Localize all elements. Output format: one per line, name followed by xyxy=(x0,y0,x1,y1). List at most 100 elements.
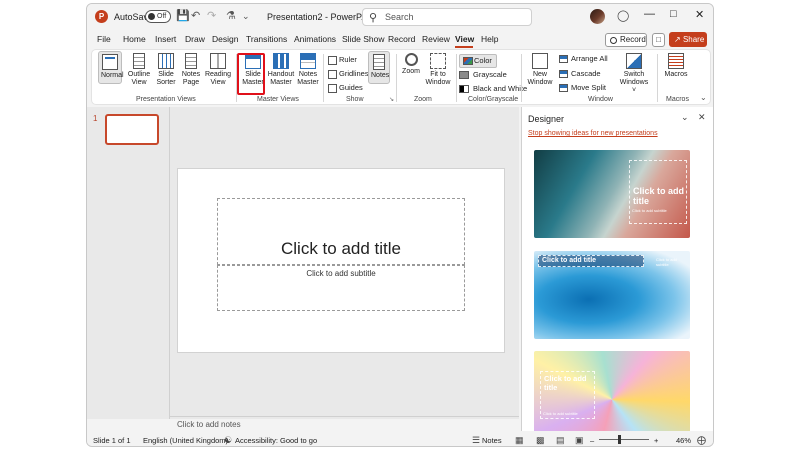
close-icon[interactable]: ✕ xyxy=(695,8,704,21)
designer-close-icon[interactable]: ✕ xyxy=(698,112,706,123)
macros-button[interactable]: Macros xyxy=(663,53,689,79)
show-dialog-launcher-icon[interactable]: ↘ xyxy=(389,96,394,103)
move-split-button[interactable]: Move Split xyxy=(559,83,606,93)
new-window-button[interactable]: New Window xyxy=(526,53,554,87)
tab-draw[interactable]: Draw xyxy=(185,34,205,44)
zoom-label: Zoom xyxy=(402,68,420,75)
record-button[interactable]: Record xyxy=(605,33,647,47)
gridlines-checkbox[interactable]: Gridlines xyxy=(328,69,369,79)
avatar[interactable] xyxy=(590,9,605,24)
language-status[interactable]: English (United Kingdom) xyxy=(143,436,228,445)
stop-showing-ideas-link[interactable]: Stop showing ideas for new presentations xyxy=(528,130,658,137)
arrange-all-button[interactable]: Arrange All xyxy=(559,54,608,64)
slide-thumbnail[interactable] xyxy=(105,114,159,145)
switch-windows-icon xyxy=(626,53,642,69)
autosave-toggle[interactable]: Off xyxy=(145,10,171,23)
design-idea-3[interactable]: Click to add title Click to add subtitle xyxy=(534,351,690,439)
reading-view-status-icon[interactable]: ▤ xyxy=(556,435,565,446)
zoom-in-icon[interactable]: + xyxy=(654,436,658,445)
editing-area: 1 Click to add title Click to add subtit… xyxy=(87,107,519,429)
tab-design[interactable]: Design xyxy=(212,34,238,44)
normal-view-button[interactable]: Normal xyxy=(98,51,124,84)
tab-help[interactable]: Help xyxy=(481,34,498,44)
handout-master-button[interactable]: Handout Master xyxy=(267,53,295,87)
cascade-button[interactable]: Cascade xyxy=(559,69,601,79)
comment-icon: □ xyxy=(656,35,661,44)
collapse-ribbon-icon[interactable]: ⌄ xyxy=(700,93,707,102)
powerpoint-window: P AutoSave Off 💾 ↶ ↷ ⚗ ⌄ Presentation2 -… xyxy=(86,3,714,447)
customize-icon[interactable]: ⚗ xyxy=(226,10,236,23)
save-icon[interactable]: 💾 xyxy=(176,10,190,23)
grayscale-button[interactable]: Grayscale xyxy=(459,70,507,80)
redo-icon[interactable]: ↷ xyxy=(207,10,216,23)
title-placeholder[interactable]: Click to add title xyxy=(217,198,465,265)
subtitle-placeholder[interactable]: Click to add subtitle xyxy=(217,265,465,311)
ruler-checkbox[interactable]: Ruler xyxy=(328,55,357,65)
cascade-label: Cascade xyxy=(571,69,601,78)
comments-button[interactable]: □ xyxy=(652,33,665,47)
tab-insert[interactable]: Insert xyxy=(155,34,176,44)
notes-status-icon: ☰ xyxy=(472,435,481,445)
notes-page-button[interactable]: Notes Page xyxy=(180,53,202,87)
share-button[interactable]: ↗ Share ▾ xyxy=(669,32,707,59)
designer-options-icon[interactable]: ⌄ xyxy=(681,112,689,123)
zoom-slider-handle[interactable] xyxy=(618,435,621,444)
reading-view-label-1: Reading xyxy=(204,71,232,78)
powerpoint-logo-icon: P xyxy=(95,10,108,23)
tab-view[interactable]: View xyxy=(455,34,474,44)
notes-divider[interactable] xyxy=(169,416,519,417)
outline-view-button[interactable]: Outline View xyxy=(126,53,152,87)
quick-access-more-icon[interactable]: ⌄ xyxy=(242,10,250,23)
zoom-level[interactable]: 46% xyxy=(676,436,691,445)
color-button[interactable]: Color xyxy=(459,54,497,68)
ribbon: Normal Outline View Slide Sorter Notes P… xyxy=(91,49,711,105)
tab-home[interactable]: Home xyxy=(123,34,146,44)
black-and-white-button[interactable]: Black and White xyxy=(459,84,527,94)
panel-separator[interactable] xyxy=(169,107,170,419)
accessibility-status[interactable]: Accessibility: Good to go xyxy=(235,436,317,445)
zoom-button[interactable]: Zoom xyxy=(400,53,422,76)
lightbulb-icon[interactable]: ◯ xyxy=(617,9,629,22)
design-idea-2[interactable]: Click to add title Click to add subtitle xyxy=(534,251,690,339)
reading-view-button[interactable]: Reading View xyxy=(204,53,232,87)
notes-master-label-2: Master xyxy=(297,79,319,86)
slide-canvas[interactable]: Click to add title Click to add subtitle xyxy=(177,168,505,353)
slide-sorter-label-2: Sorter xyxy=(156,79,176,86)
notes-status-button[interactable]: Notes xyxy=(482,436,502,445)
minimize-icon[interactable]: — xyxy=(644,8,655,20)
fit-to-window-button[interactable]: Fit to Window xyxy=(424,53,452,87)
notes-toggle-button[interactable]: Notes xyxy=(368,51,390,84)
tab-transitions[interactable]: Transitions xyxy=(246,34,287,44)
grayscale-swatch-icon xyxy=(459,71,469,79)
zoom-slider-track[interactable] xyxy=(599,439,649,440)
slide-sorter-status-icon[interactable]: ▩ xyxy=(536,435,545,446)
tab-review[interactable]: Review xyxy=(422,34,450,44)
normal-view-status-icon[interactable]: ▦ xyxy=(515,435,524,446)
notes-master-button[interactable]: Notes Master xyxy=(296,53,320,87)
search-box[interactable]: ⚲ Search xyxy=(362,8,532,26)
undo-icon[interactable]: ↶ xyxy=(191,10,200,23)
design-idea-subtitle: Click to add subtitle xyxy=(656,257,677,267)
handout-master-label-1: Handout xyxy=(267,71,295,78)
zoom-out-icon[interactable]: – xyxy=(590,436,594,445)
notes-master-icon xyxy=(300,53,316,69)
maximize-icon[interactable]: □ xyxy=(670,8,677,20)
slide-sorter-button[interactable]: Slide Sorter xyxy=(154,53,178,87)
group-label-show: Show xyxy=(346,96,364,103)
fit-slide-icon[interactable]: ⨁ xyxy=(697,435,706,446)
slide-number: 1 xyxy=(93,114,98,123)
black-and-white-label: Black and White xyxy=(473,84,528,93)
group-label-zoom: Zoom xyxy=(414,96,432,103)
move-split-label: Move Split xyxy=(571,83,607,92)
tab-record[interactable]: Record xyxy=(388,34,415,44)
slide-show-status-icon[interactable]: ▣ xyxy=(575,435,584,446)
tab-file[interactable]: File xyxy=(97,34,111,44)
normal-view-label: Normal xyxy=(101,72,124,79)
guides-checkbox[interactable]: Guides xyxy=(328,83,363,93)
title-bar: P AutoSave Off 💾 ↶ ↷ ⚗ ⌄ Presentation2 -… xyxy=(87,4,713,30)
switch-windows-button[interactable]: Switch Windows ˅ xyxy=(617,53,651,95)
notes-icon xyxy=(373,54,385,70)
tab-slide-show[interactable]: Slide Show xyxy=(342,34,385,44)
design-idea-1[interactable]: Click to add title Click to add subtitle xyxy=(534,150,690,238)
tab-animations[interactable]: Animations xyxy=(294,34,336,44)
